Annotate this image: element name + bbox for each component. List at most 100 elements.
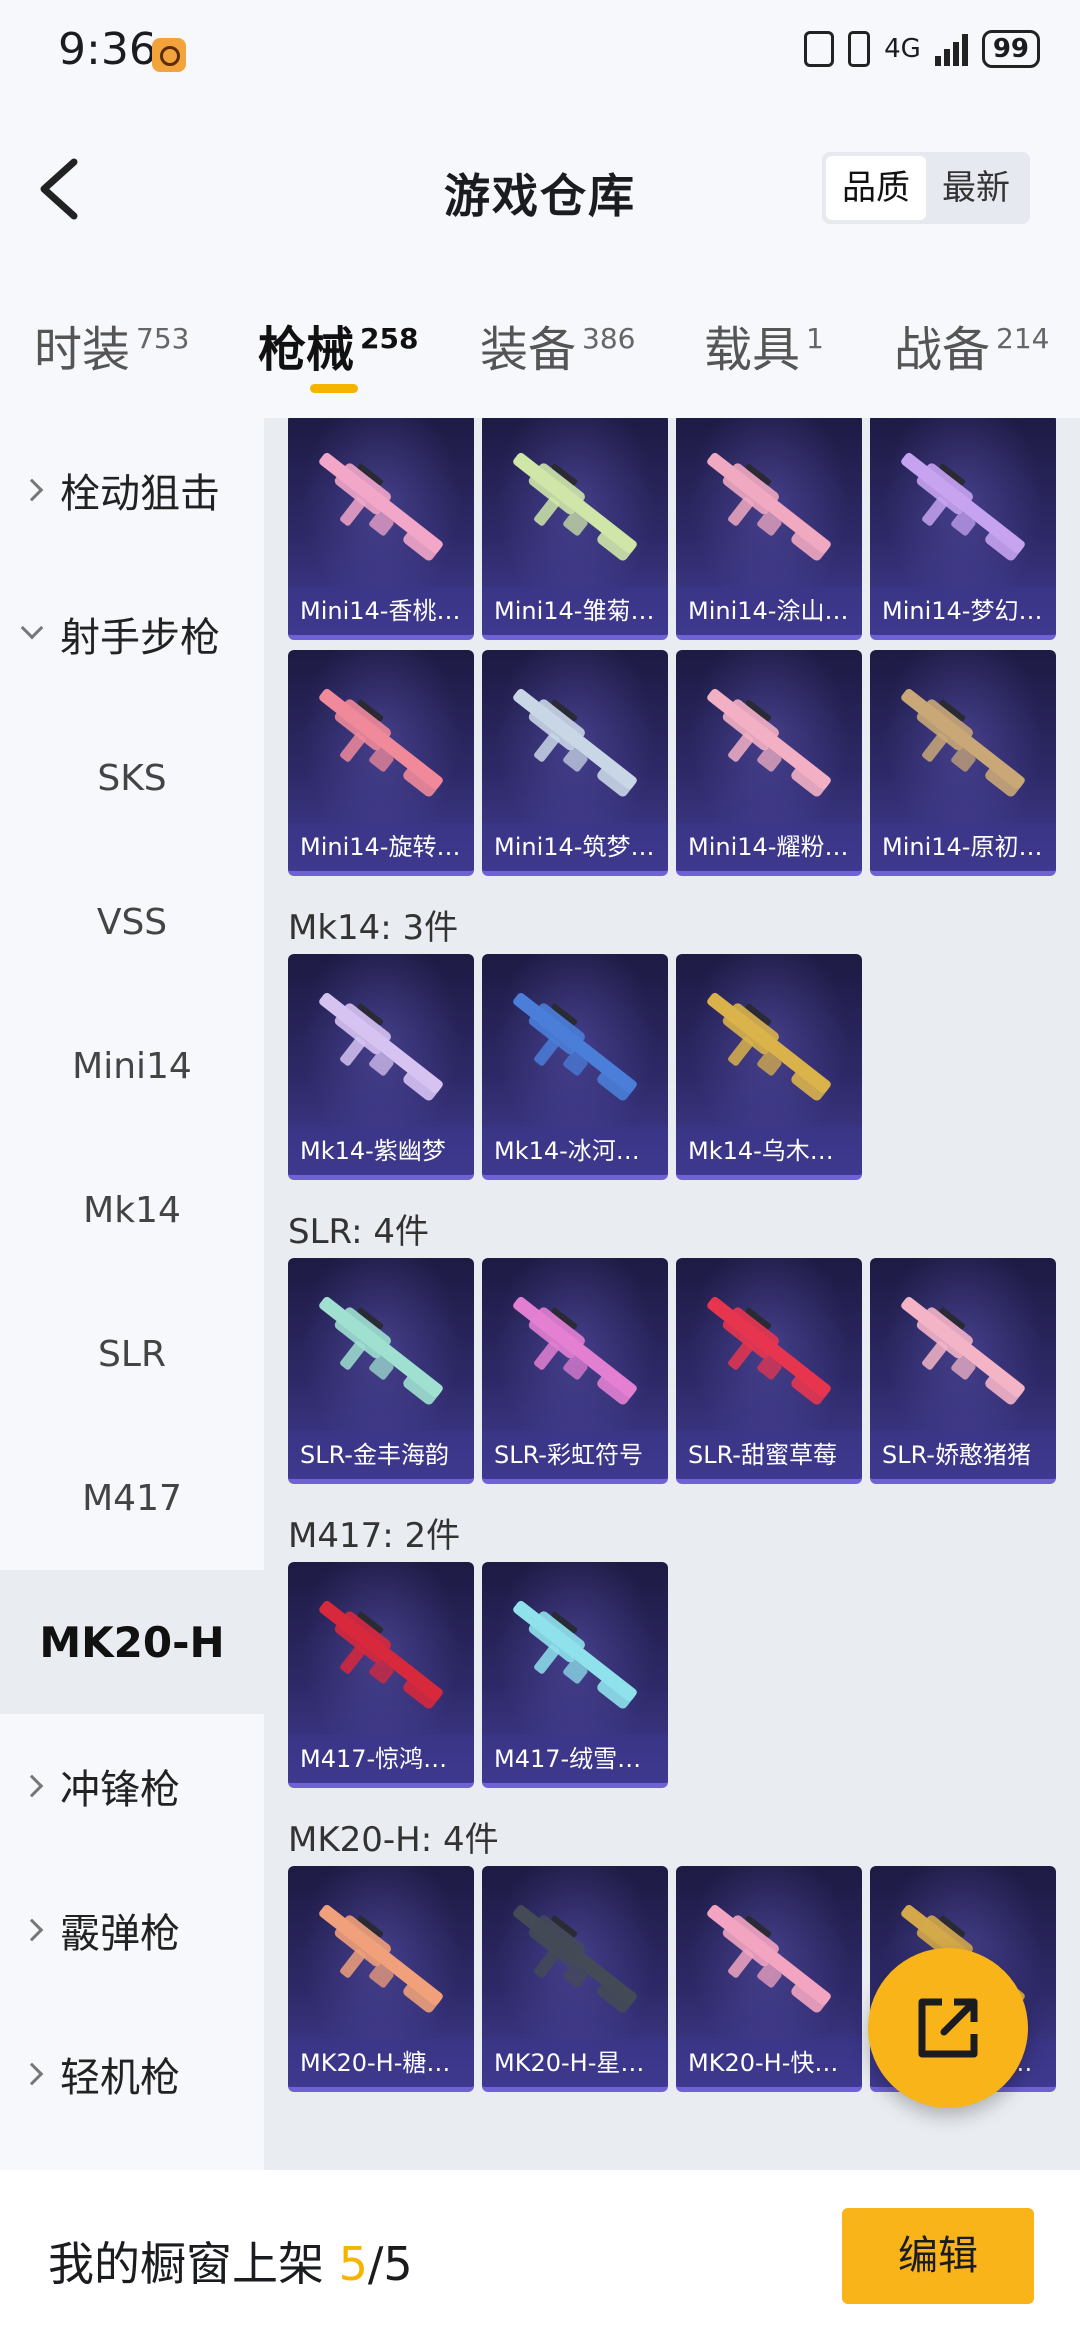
tab-count: 258 [360, 322, 419, 355]
chevron-right-icon [20, 1774, 44, 1798]
weapon-name: MK20-H-快… [676, 2039, 862, 2087]
weapon-card[interactable]: SLR-金丰海韵 [288, 1258, 474, 1484]
chevron-right-icon [20, 478, 44, 502]
weapon-card[interactable]: Mini14-香桃… [288, 418, 474, 640]
section-label: Mk14: 3件 [288, 908, 459, 948]
weapon-skin-icon [513, 688, 637, 797]
sidebar-item-mk20h[interactable]: MK20-H [0, 1570, 264, 1714]
weapon-name: SLR-娇憨猪猪 [870, 1431, 1056, 1479]
weapon-skin-icon [319, 1600, 443, 1709]
weapon-card[interactable]: Mini14-涂山… [676, 418, 862, 640]
battery-icon: 99 [981, 30, 1040, 68]
weapon-card[interactable]: Mk14-冰河… [482, 954, 668, 1180]
share-external-icon [918, 1998, 978, 2058]
weapon-card[interactable]: MK20-H-快… [676, 1866, 862, 2092]
showcase-shelf-status: 我的橱窗上架 5/5 [48, 2228, 413, 2294]
sidebar-item-mk14[interactable]: Mk14 [0, 1138, 264, 1282]
weapon-card[interactable]: Mk14-乌木… [676, 954, 862, 1180]
weapon-name: MK20-H-星… [482, 2039, 668, 2087]
weapon-skin-icon [513, 1600, 637, 1709]
weapon-grid: Mini14-香桃… Mini14-雏菊… Mini14-涂山… Mini14-梦幻…… [264, 418, 1080, 2170]
weapon-name: M417-绒雪… [482, 1735, 668, 1783]
weapon-card[interactable]: Mini14-旋转… [288, 650, 474, 876]
shelf-total-count: /5 [367, 2237, 413, 2291]
share-button[interactable] [868, 1948, 1028, 2108]
weapon-card[interactable]: SLR-彩虹符号 [482, 1258, 668, 1484]
network-type: 4G [884, 34, 921, 64]
weapon-skin-icon [901, 688, 1025, 797]
tab-label: 战备 [894, 322, 991, 378]
sidebar-item-sks[interactable]: SKS [0, 706, 264, 850]
sidebar-item-marksman-rifle[interactable]: 射手步枪 [0, 562, 264, 706]
sidebar-item-label: 霰弹枪 [60, 1911, 180, 1957]
status-bar: 9:36 4G 99 [0, 0, 1080, 110]
tab-fashion[interactable]: 时装 753 [34, 310, 189, 380]
tab-guns[interactable]: 枪械 258 [258, 310, 418, 380]
weapon-card[interactable]: M417-绒雪… [482, 1562, 668, 1788]
sidebar-item-lmg[interactable]: 轻机枪 [0, 2002, 264, 2146]
weapon-name: Mini14-香桃… [288, 587, 474, 635]
tab-label: 载具 [704, 322, 801, 378]
weapon-skin-icon [319, 688, 443, 797]
tab-label: 时装 [34, 322, 131, 378]
weapon-name: Mk14-乌木… [676, 1127, 862, 1175]
nfc-icon [804, 31, 835, 67]
weapon-skin-icon [707, 1904, 831, 2013]
weapon-skin-icon [707, 1296, 831, 1405]
sidebar-item-smg[interactable]: 冲锋枪 [0, 1714, 264, 1858]
weapon-skin-icon [319, 992, 443, 1101]
chevron-right-icon [20, 2062, 44, 2086]
sidebar-item-m417[interactable]: M417 [0, 1426, 264, 1570]
weapon-skin-icon [901, 1296, 1025, 1405]
weapon-card[interactable]: Mini14-梦幻… [870, 418, 1056, 640]
weapon-name: Mini14-涂山… [676, 587, 862, 635]
weapon-card[interactable]: SLR-甜蜜草莓 [676, 1258, 862, 1484]
weapon-card[interactable]: MK20-H-糖… [288, 1866, 474, 2092]
chevron-right-icon [20, 1918, 44, 1942]
chevron-down-icon [20, 616, 44, 640]
sort-quality-option[interactable]: 品质 [826, 156, 926, 220]
weapon-name: M417-惊鸿… [288, 1735, 474, 1783]
weapon-card[interactable]: Mini14-雏菊… [482, 418, 668, 640]
edit-button[interactable]: 编辑 [842, 2208, 1034, 2304]
weapon-card[interactable]: M417-惊鸿… [288, 1562, 474, 1788]
tab-supplies[interactable]: 战备 214 [894, 310, 1049, 380]
signal-icon [934, 32, 968, 66]
weapon-name: Mk14-紫幽梦 [288, 1127, 474, 1175]
tab-count: 753 [136, 322, 190, 355]
sidebar-item-mini14[interactable]: Mini14 [0, 994, 264, 1138]
sidebar-item-bolt-action-sniper[interactable]: 栓动狙击 [0, 418, 264, 562]
weapon-skin-icon [319, 1296, 443, 1405]
weapon-skin-icon [513, 452, 637, 561]
weapon-card[interactable]: SLR-娇憨猪猪 [870, 1258, 1056, 1484]
status-icons: 4G 99 [804, 30, 1040, 68]
sidebar-item-shotgun[interactable]: 霰弹枪 [0, 1858, 264, 2002]
sidebar-item-label: 轻机枪 [60, 2055, 180, 2101]
weapon-name: SLR-彩虹符号 [482, 1431, 668, 1479]
sidebar-item-slr[interactable]: SLR [0, 1282, 264, 1426]
weapon-card[interactable]: Mk14-紫幽梦 [288, 954, 474, 1180]
weapon-skin-icon [513, 992, 637, 1101]
sidebar-item-label: 栓动狙击 [60, 471, 220, 517]
tab-equipment[interactable]: 装备 386 [480, 310, 635, 380]
weapon-skin-icon [513, 1296, 637, 1405]
sort-latest-option[interactable]: 最新 [926, 156, 1026, 220]
weapon-name: MK20-H-糖… [288, 2039, 474, 2087]
weapon-name: Mini14-梦幻… [870, 587, 1056, 635]
weapon-name: Mini14-旋转… [288, 823, 474, 871]
status-time: 9:36 [58, 24, 157, 75]
weapon-card[interactable]: Mini14-筑梦… [482, 650, 668, 876]
weapon-skin-icon [707, 992, 831, 1101]
weapon-card[interactable]: Mini14-耀粉… [676, 650, 862, 876]
bottom-bar: 我的橱窗上架 5/5 编辑 [0, 2170, 1080, 2340]
weapon-skin-icon [707, 688, 831, 797]
sidebar-item-label: 射手步枪 [60, 615, 220, 661]
tab-vehicles[interactable]: 载具 1 [704, 310, 824, 380]
weapon-name: Mini14-原初… [870, 823, 1056, 871]
tab-count: 386 [582, 322, 636, 355]
sidebar-item-vss[interactable]: VSS [0, 850, 264, 994]
weapon-card[interactable]: MK20-H-星… [482, 1866, 668, 2092]
tab-label: 装备 [480, 322, 577, 378]
tab-label: 枪械 [258, 322, 355, 378]
weapon-card[interactable]: Mini14-原初… [870, 650, 1056, 876]
